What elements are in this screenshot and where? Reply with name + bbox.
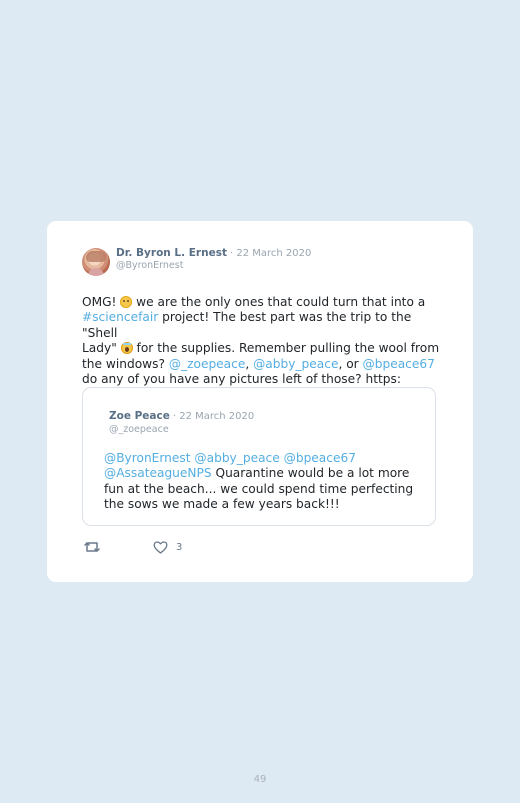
sciencefair-hashtag-link[interactable]: #sciencefair <box>82 310 158 324</box>
tweet-text: OMG! we are the only ones that could tur… <box>82 295 440 387</box>
tweet-text-comma-one: , <box>245 356 254 371</box>
like-count: 3 <box>176 541 183 553</box>
quote-mention-assateaguenps-link[interactable]: @AssateagueNPS <box>104 466 212 480</box>
quoted-tweet-date: · 22 March 2020 <box>172 411 255 422</box>
quoted-author-display-name[interactable]: Zoe Peace <box>109 410 170 422</box>
quoted-tweet-line2-suffix: Quarantine would be a lot more <box>211 466 410 481</box>
page-number: 49 <box>253 774 267 785</box>
tweet-text-line1-suffix: we are the only ones that could turn tha… <box>132 295 426 309</box>
avatar-hair-shape <box>86 251 106 262</box>
author-avatar[interactable] <box>82 248 110 276</box>
tweet-text-comma-two: , or <box>338 356 363 371</box>
quoted-tweet-header: Zoe Peace · 22 March 2020 @_zoepeace <box>109 406 254 435</box>
mention-zoepeace-link[interactable]: @_zoepeace <box>169 357 246 371</box>
tweet-text-line4-prefix: the windows? <box>82 356 169 371</box>
like-button[interactable]: 3 <box>153 540 183 554</box>
quote-mention-byronernest-link[interactable]: @ByronErnest <box>104 451 191 465</box>
tweet-actions: 3 <box>83 539 182 555</box>
author-handle[interactable]: @ByronErnest <box>116 261 311 271</box>
tweet-text-line3-prefix: Lady" <box>82 341 121 356</box>
author-name-block: Dr. Byron L. Ernest · 22 March 2020 @Byr… <box>116 248 311 271</box>
quoted-tweet-line3: fun at the beach... we could spend time … <box>104 481 414 496</box>
tweet-text-line3-suffix: for the supplies. Remember pulling the w… <box>132 341 440 356</box>
retweet-button[interactable] <box>83 539 101 555</box>
retweet-icon <box>84 542 100 552</box>
quote-mention-abby-peace-link[interactable]: @abby_peace <box>194 451 279 465</box>
mention-abby-peace-link[interactable]: @abby_peace <box>253 357 338 371</box>
mention-bpeace67-link[interactable]: @bpeace67 <box>363 357 435 371</box>
heart-icon <box>153 540 168 554</box>
tweet-card: Dr. Byron L. Ernest · 22 March 2020 @Byr… <box>47 221 473 582</box>
screaming-face-emoji-icon <box>120 342 133 355</box>
quoted-tweet-text: @ByronErnest @abby_peace @bpeace67 @Assa… <box>104 451 416 513</box>
tweet-text-line5: do any of you have any pictures left of … <box>82 372 401 387</box>
tweet-text-line1-prefix: OMG! <box>82 295 121 309</box>
quote-mention-bpeace67-link[interactable]: @bpeace67 <box>284 451 356 465</box>
quoted-tweet-line4: the sows we made a few years back!!! <box>104 497 340 512</box>
flushed-face-emoji-icon <box>120 296 133 308</box>
quoted-author-handle[interactable]: @_zoepeace <box>109 425 254 435</box>
author-display-name[interactable]: Dr. Byron L. Ernest <box>116 248 227 259</box>
author-name-line: Dr. Byron L. Ernest · 22 March 2020 <box>116 248 311 259</box>
tweet-header: Dr. Byron L. Ernest · 22 March 2020 @Byr… <box>82 248 311 278</box>
avatar-shirt-shape <box>88 268 104 276</box>
tweet-date: · 22 March 2020 <box>229 248 312 259</box>
quoted-tweet[interactable]: Zoe Peace · 22 March 2020 @_zoepeace @Byr… <box>82 387 436 526</box>
